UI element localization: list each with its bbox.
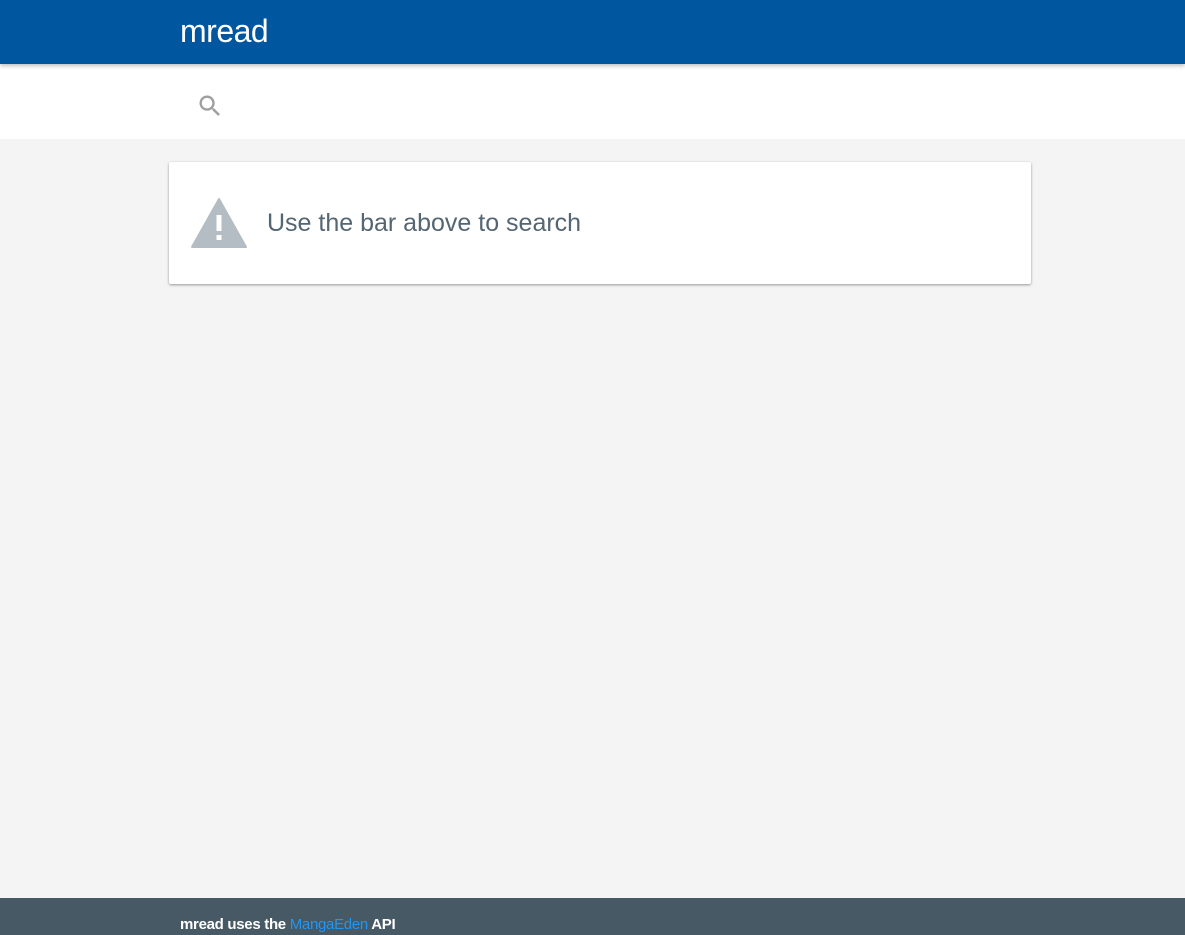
footer: mread uses the MangaEden API xyxy=(0,898,1185,935)
warning-icon xyxy=(191,198,247,248)
app-bar: mread xyxy=(0,0,1185,64)
footer-prefix: mread uses the xyxy=(180,916,286,933)
search-input[interactable] xyxy=(240,86,1024,120)
mangaeden-link[interactable]: MangaEden xyxy=(290,916,369,933)
footer-attribution: mread uses the MangaEden API xyxy=(180,916,396,933)
app-title[interactable]: mread xyxy=(180,11,269,51)
search-bar xyxy=(0,64,1185,139)
notice-card: Use the bar above to search xyxy=(169,162,1031,284)
footer-suffix: API xyxy=(371,916,396,933)
search-icon[interactable] xyxy=(196,92,224,120)
notice-message: Use the bar above to search xyxy=(267,209,582,237)
